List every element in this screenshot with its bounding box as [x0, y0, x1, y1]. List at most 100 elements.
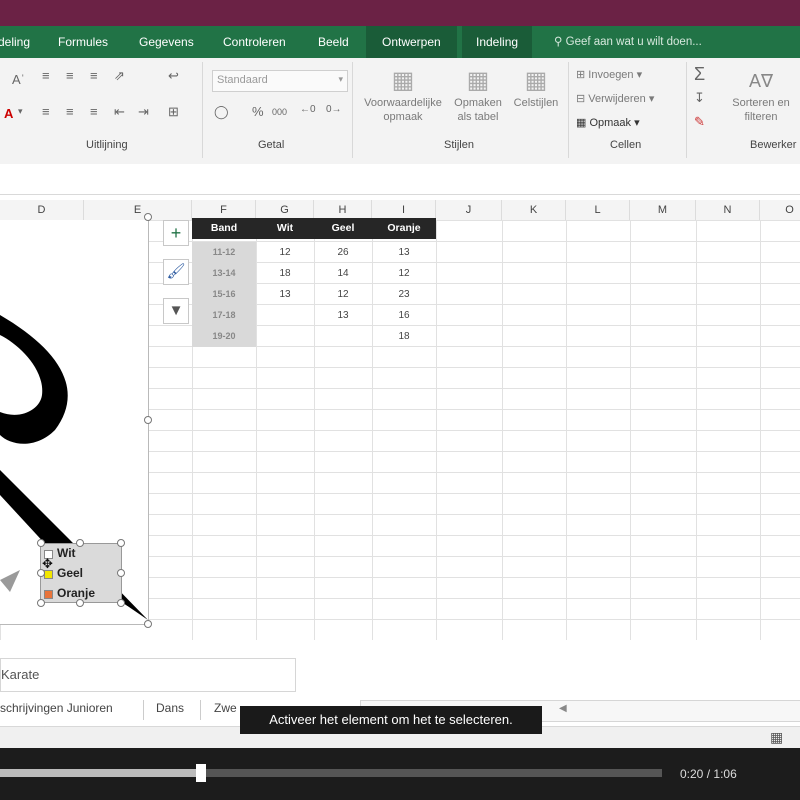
resize-handle[interactable] — [144, 416, 152, 424]
delete-icon: ⊟ — [576, 93, 586, 105]
decrease-decimal-icon[interactable]: 0→ — [326, 104, 342, 115]
number-format-select[interactable]: Standaard ▾ — [212, 70, 348, 92]
column-header-f[interactable]: F — [192, 200, 256, 220]
resize-handle[interactable] — [117, 539, 125, 547]
tab-pagina-indeling[interactable]: deling — [0, 26, 30, 58]
resize-handle[interactable] — [144, 620, 152, 628]
table-cell[interactable]: 23 — [372, 284, 436, 305]
table-header-geel[interactable]: Geel — [314, 218, 372, 239]
clear-icon[interactable]: ✎ — [694, 114, 705, 130]
table-header-oranje[interactable]: Oranje — [372, 218, 436, 239]
table-header-band[interactable]: Band — [192, 218, 256, 239]
align-left-icon[interactable]: ≡ — [42, 104, 50, 119]
column-header-e[interactable]: E — [84, 200, 192, 220]
fill-icon[interactable]: ↧ — [694, 90, 705, 106]
chevron-down-icon[interactable]: ▾ — [18, 106, 23, 117]
resize-handle[interactable] — [76, 539, 84, 547]
formula-bar[interactable] — [0, 164, 800, 195]
resize-handle[interactable] — [37, 599, 45, 607]
column-header-m[interactable]: M — [630, 200, 696, 220]
cell-styles-button[interactable]: ▦ Celstijlen — [508, 66, 564, 110]
chart-elements-button[interactable]: + — [163, 220, 189, 246]
font-size-up-icon[interactable]: Aˈ — [12, 72, 25, 87]
table-cell[interactable]: 11-12 — [192, 242, 256, 263]
resize-handle[interactable] — [117, 569, 125, 577]
table-cell[interactable]: 12 — [256, 242, 314, 263]
decrease-indent-icon[interactable]: ⇤ — [114, 104, 125, 120]
insert-button[interactable]: ⊞ Invoegen ▾ — [576, 68, 642, 82]
font-color-icon[interactable]: A — [4, 106, 13, 121]
align-right-icon[interactable]: ≡ — [90, 104, 98, 119]
tab-formules[interactable]: Formules — [58, 26, 108, 58]
table-cell[interactable]: 14 — [314, 263, 372, 284]
sheet-tab-dans[interactable]: Dans — [156, 701, 184, 715]
table-header-wit[interactable]: Wit — [256, 218, 314, 239]
resize-handle[interactable] — [144, 213, 152, 221]
column-header-j[interactable]: J — [436, 200, 502, 220]
thousands-icon[interactable]: 000 — [272, 107, 287, 117]
currency-icon[interactable]: ◯ — [214, 104, 229, 120]
align-bottom-icon[interactable]: ≡ — [90, 68, 98, 83]
filter-icon: ▼ — [168, 302, 184, 319]
conditional-format-button[interactable]: ▦ Voorwaardelijke opmaak — [358, 66, 448, 124]
increase-indent-icon[interactable]: ⇥ — [138, 104, 149, 120]
column-header-o[interactable]: O — [760, 200, 800, 220]
tell-me-box[interactable]: ⚲ Geef aan wat u wilt doen... — [554, 26, 702, 58]
merge-cells-icon[interactable]: ⊞ — [168, 104, 179, 120]
percent-icon[interactable]: % — [252, 104, 264, 119]
align-middle-icon[interactable]: ≡ — [66, 68, 74, 83]
sheet-tab-inschrijvingen-junioren[interactable]: schrijvingen Junioren — [0, 701, 113, 715]
table-cell[interactable]: 12 — [372, 263, 436, 284]
seek-handle[interactable] — [195, 764, 206, 782]
table-cell[interactable]: 13-14 — [192, 263, 256, 284]
wrap-text-icon[interactable]: ↩ — [168, 68, 179, 84]
column-header-i[interactable]: I — [372, 200, 436, 220]
column-header-h[interactable]: H — [314, 200, 372, 220]
tab-beeld[interactable]: Beeld — [318, 26, 349, 58]
table-cell[interactable]: 13 — [256, 284, 314, 305]
normal-view-icon[interactable]: ▦ — [770, 729, 783, 746]
table-cell[interactable]: 12 — [314, 284, 372, 305]
column-header-g[interactable]: G — [256, 200, 314, 220]
resize-handle[interactable] — [117, 599, 125, 607]
chart-filters-button[interactable]: ▼ — [163, 298, 189, 324]
resize-handle[interactable] — [76, 599, 84, 607]
column-header-n[interactable]: N — [696, 200, 760, 220]
resize-handle[interactable] — [37, 539, 45, 547]
table-cell[interactable]: 13 — [372, 242, 436, 263]
autosum-icon[interactable]: Σ — [694, 64, 705, 85]
increase-decimal-icon[interactable]: ←0 — [300, 104, 316, 115]
tab-ontwerpen[interactable]: Ontwerpen — [366, 26, 457, 58]
chart-styles-button[interactable]: 🖌 — [163, 259, 189, 285]
format-button[interactable]: ▦ Opmaak ▾ — [576, 116, 640, 130]
table-cell[interactable]: 13 — [314, 305, 372, 326]
table-cell[interactable] — [314, 326, 372, 347]
format-as-table-button[interactable]: ▦ Opmaken als tabel — [450, 66, 506, 124]
sort-filter-button[interactable]: A∇ Sorteren en filteren — [726, 66, 796, 124]
orientation-icon[interactable]: ⇗ — [114, 68, 125, 84]
table-cell[interactable]: 26 — [314, 242, 372, 263]
table-cell[interactable]: 18 — [256, 263, 314, 284]
group-label-cells: Cellen — [610, 139, 642, 151]
column-header-d[interactable]: D — [0, 200, 84, 220]
chart-legend[interactable]: Wit Geel Oranje — [40, 543, 122, 603]
table-cell[interactable]: 18 — [372, 326, 436, 347]
scroll-left-icon[interactable]: ◀ — [559, 703, 567, 714]
table-cell[interactable]: 19-20 — [192, 326, 256, 347]
tab-gegevens[interactable]: Gegevens — [139, 26, 194, 58]
align-top-icon[interactable]: ≡ — [42, 68, 50, 83]
table-cell[interactable]: 16 — [372, 305, 436, 326]
chart-title-box[interactable]: Karate — [0, 658, 296, 692]
table-cell[interactable] — [256, 305, 314, 326]
tab-controleren[interactable]: Controleren — [223, 26, 286, 58]
brush-icon: 🖌 — [166, 263, 186, 280]
tab-indeling[interactable]: Indeling — [462, 26, 533, 58]
sheet-tab-zwemmen[interactable]: Zwe — [214, 701, 237, 715]
table-cell[interactable] — [256, 326, 314, 347]
table-cell[interactable]: 17-18 — [192, 305, 256, 326]
align-center-icon[interactable]: ≡ — [66, 104, 74, 119]
column-header-l[interactable]: L — [566, 200, 630, 220]
column-header-k[interactable]: K — [502, 200, 566, 220]
delete-button[interactable]: ⊟ Verwijderen ▾ — [576, 92, 654, 106]
table-cell[interactable]: 15-16 — [192, 284, 256, 305]
